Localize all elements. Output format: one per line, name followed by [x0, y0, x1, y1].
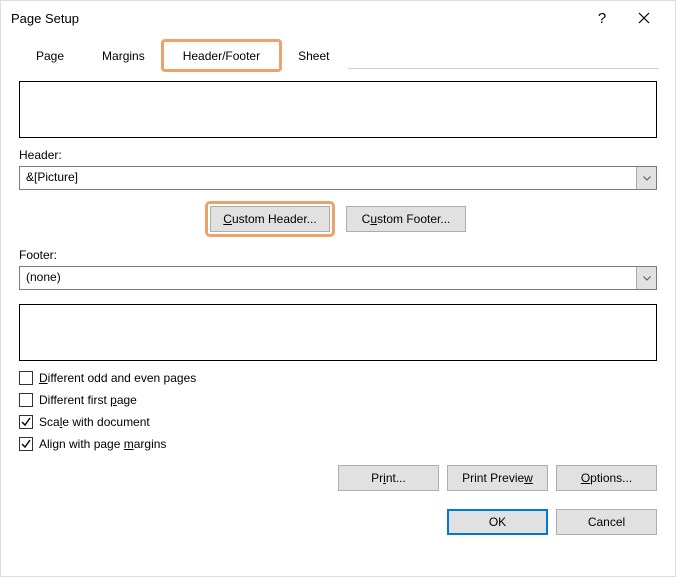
options-button[interactable]: Options...	[556, 465, 657, 491]
tab-sheet[interactable]: Sheet	[279, 42, 348, 69]
page-setup-dialog: Page Setup ? Page Margins Header/Footer …	[0, 0, 676, 577]
check-row-scale[interactable]: Scale with document	[19, 411, 657, 433]
label-scale: Scale with document	[39, 415, 150, 429]
footer-label: Footer:	[19, 248, 657, 262]
help-button[interactable]: ?	[581, 3, 623, 33]
checkbox-diff-first[interactable]	[19, 393, 33, 407]
close-icon	[638, 12, 650, 24]
chevron-down-icon	[643, 176, 651, 181]
print-preview-button[interactable]: Print Preview	[447, 465, 548, 491]
close-button[interactable]	[623, 3, 665, 33]
custom-header-highlight: Custom Header...	[210, 206, 330, 232]
header-combo[interactable]: &[Picture]	[19, 166, 657, 190]
footer-combo-button[interactable]	[636, 267, 656, 289]
checkbox-align[interactable]	[19, 437, 33, 451]
check-row-align[interactable]: Align with page margins	[19, 433, 657, 455]
custom-buttons-row: Custom Header... Custom Footer...	[19, 206, 657, 232]
chevron-down-icon	[643, 276, 651, 281]
check-row-diff-first[interactable]: Different first page	[19, 389, 657, 411]
check-row-diff-odd-even[interactable]: Different odd and even pages	[19, 367, 657, 389]
label-diff-first: Different first page	[39, 393, 137, 407]
lower-buttons-row: Print... Print Preview Options...	[19, 465, 657, 491]
footer-combo[interactable]: (none)	[19, 266, 657, 290]
tabstrip: Page Margins Header/Footer Sheet	[17, 41, 659, 69]
checkbox-diff-odd-even[interactable]	[19, 371, 33, 385]
custom-footer-button[interactable]: Custom Footer...	[346, 206, 466, 232]
header-label: Header:	[19, 148, 657, 162]
dialog-buttons-row: OK Cancel	[19, 509, 657, 535]
titlebar: Page Setup ?	[1, 1, 675, 35]
footer-combo-value: (none)	[20, 267, 636, 289]
header-preview	[19, 81, 657, 138]
label-diff-odd-even: Different odd and even pages	[39, 371, 196, 385]
cancel-button[interactable]: Cancel	[556, 509, 657, 535]
print-button[interactable]: Print...	[338, 465, 439, 491]
footer-preview	[19, 304, 657, 361]
tab-page[interactable]: Page	[17, 42, 83, 69]
check-icon	[20, 438, 32, 450]
tab-margins[interactable]: Margins	[83, 42, 164, 69]
header-combo-button[interactable]	[636, 167, 656, 189]
tab-header-footer[interactable]: Header/Footer	[164, 42, 279, 69]
ok-button[interactable]: OK	[447, 509, 548, 535]
header-combo-value: &[Picture]	[20, 167, 636, 189]
checkbox-scale[interactable]	[19, 415, 33, 429]
dialog-title: Page Setup	[11, 11, 581, 26]
custom-header-button[interactable]: Custom Header...	[210, 206, 330, 232]
tab-content: Header: &[Picture] Custom Header... Cust…	[1, 69, 675, 491]
label-align: Align with page margins	[39, 437, 166, 451]
check-icon	[20, 416, 32, 428]
options-checkboxes: Different odd and even pages Different f…	[19, 367, 657, 455]
